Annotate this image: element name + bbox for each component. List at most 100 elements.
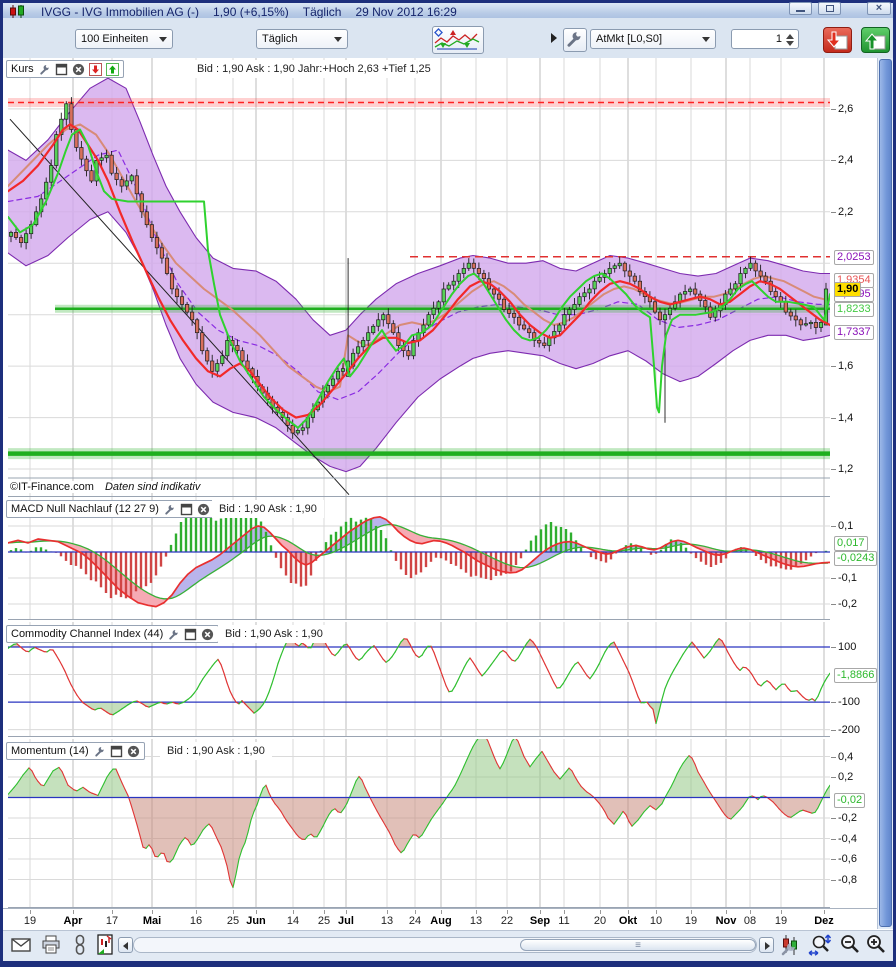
- x-axis-tick-mark: [726, 910, 727, 914]
- detach-window-icon[interactable]: [184, 628, 197, 641]
- x-axis-tick-mark: [73, 910, 74, 914]
- title-datetime: 29 Nov 2012 16:29: [355, 5, 456, 19]
- close-button[interactable]: ×: [867, 2, 891, 15]
- zoom-in-button[interactable]: [864, 933, 888, 957]
- printer-icon: [40, 934, 62, 956]
- cci-panel-info: Bid : 1,90 Ask : 1,90: [218, 625, 330, 643]
- x-axis-tick-mark: [415, 910, 416, 914]
- vertical-scrollbar[interactable]: [877, 58, 893, 929]
- momentum-chart[interactable]: [8, 739, 830, 908]
- period-dropdown-value: Täglich: [262, 33, 297, 45]
- macd-panel-title: MACD Null Nachlauf (12 27 9): [11, 503, 159, 515]
- units-dropdown-value: 100 Einheiten: [81, 33, 148, 45]
- kurs-panel-info: Bid : 1,90 Ask : 1,90 Jahr:+Hoch 2,63 +T…: [190, 60, 438, 78]
- link-button[interactable]: [72, 934, 88, 956]
- x-axis-label: 22: [501, 915, 513, 927]
- chart-type-button[interactable]: [432, 26, 484, 54]
- close-panel-icon[interactable]: [127, 745, 140, 758]
- wrench-icon[interactable]: [93, 745, 106, 758]
- detach-window-icon[interactable]: [110, 745, 123, 758]
- bollinger-band: [8, 78, 830, 472]
- detach-window-icon[interactable]: [55, 63, 68, 76]
- x-axis-label: 16: [190, 915, 202, 927]
- chart-tools-button[interactable]: [779, 933, 803, 957]
- x-axis-tick-mark: [600, 910, 601, 914]
- x-axis-label: Mai: [143, 915, 161, 927]
- zoom-out-button[interactable]: [838, 933, 862, 957]
- maximize-button[interactable]: [818, 2, 841, 15]
- order-panel-expander-icon[interactable]: [551, 33, 557, 43]
- copyright-line: ©IT-Finance.com Daten sind indikativ: [10, 481, 206, 493]
- x-axis-tick-mark: [256, 910, 257, 914]
- app-window: { "window": { "title": { "symbol": "IVGG…: [0, 0, 896, 967]
- kurs-chart[interactable]: [8, 58, 830, 497]
- x-axis-label: Jul: [338, 915, 354, 927]
- wrench-icon[interactable]: [167, 628, 180, 641]
- hscroll-left-button[interactable]: [118, 937, 133, 953]
- close-panel-icon[interactable]: [197, 503, 210, 516]
- wrench-icon[interactable]: [38, 63, 51, 76]
- maximize-icon: [826, 5, 834, 12]
- x-axis-label: Jun: [246, 915, 266, 927]
- close-panel-icon[interactable]: [72, 63, 85, 76]
- x-axis-tick-mark: [233, 910, 234, 914]
- quantity-stepper[interactable]: 1: [731, 29, 799, 49]
- vertical-scrollbar-thumb[interactable]: [879, 59, 892, 927]
- x-axis-tick-mark: [656, 910, 657, 914]
- quantity-down-icon[interactable]: [786, 41, 794, 46]
- momentum-panel-title: Momentum (14): [11, 745, 89, 757]
- quantity-up-icon[interactable]: [786, 34, 794, 39]
- x-axis-tick-mark: [387, 910, 388, 914]
- zoom-fit-button[interactable]: [808, 933, 834, 957]
- chevron-down-icon: [702, 37, 710, 42]
- x-axis-label: 14: [287, 915, 299, 927]
- kurs-panel-header: Kurs: [6, 60, 124, 78]
- x-axis-tick-mark: [824, 910, 825, 914]
- buy-page-up-icon: [862, 28, 889, 52]
- candlestick-wrench-icon: [779, 933, 803, 957]
- time-axis[interactable]: 19Apr17Mai1625Jun1425Jul1324Aug1322Sep11…: [3, 908, 877, 931]
- title-quote: 1,90 (+6,15%): [213, 5, 289, 19]
- x-axis-label: 13: [470, 915, 482, 927]
- report-button[interactable]: [96, 933, 114, 957]
- arrow-left-icon: [123, 942, 128, 950]
- chart-type-icon: [433, 27, 483, 51]
- buy-button[interactable]: [861, 27, 890, 53]
- macd-panel-info: Bid : 1,90 Ask : 1,90: [212, 500, 324, 518]
- x-axis-label: 13: [381, 915, 393, 927]
- horizontal-scrollbar-thumb[interactable]: ≡: [520, 939, 756, 951]
- period-dropdown[interactable]: Täglich: [256, 29, 348, 49]
- x-axis-label: 25: [227, 915, 239, 927]
- email-icon: [10, 935, 32, 955]
- cci-panel-header: Commodity Channel Index (44): [6, 625, 219, 643]
- copyright-source: ©IT-Finance.com: [10, 481, 94, 493]
- wrench-icon[interactable]: [163, 503, 176, 516]
- close-icon: ×: [868, 2, 890, 14]
- momentum-panel-info: Bid : 1,90 Ask : 1,90: [160, 742, 272, 760]
- print-button[interactable]: [40, 934, 62, 956]
- x-axis-tick-mark: [346, 910, 347, 914]
- sell-arrow-icon[interactable]: [89, 63, 102, 76]
- chevron-down-icon: [159, 37, 167, 42]
- chart-report-icon: [96, 933, 114, 957]
- buy-arrow-icon[interactable]: [106, 63, 119, 76]
- close-panel-icon[interactable]: [201, 628, 214, 641]
- x-axis-label: 19: [685, 915, 697, 927]
- detach-window-icon[interactable]: [180, 503, 193, 516]
- x-axis-label: Sep: [530, 915, 550, 927]
- x-axis-label: 25: [318, 915, 330, 927]
- sell-button[interactable]: [823, 27, 852, 53]
- x-axis-tick-mark: [324, 910, 325, 914]
- x-axis-tick-mark: [564, 910, 565, 914]
- order-settings-button[interactable]: [563, 28, 587, 52]
- x-axis-tick-mark: [441, 910, 442, 914]
- x-axis-label: 19: [775, 915, 787, 927]
- order-type-dropdown[interactable]: AtMkt [L0,S0]: [590, 29, 716, 49]
- hscroll-right-button[interactable]: [759, 937, 774, 953]
- minimize-button[interactable]: [789, 2, 812, 15]
- email-button[interactable]: [10, 935, 32, 955]
- horizontal-scrollbar[interactable]: ≡: [133, 937, 757, 953]
- arrow-right-icon: [765, 942, 770, 950]
- units-dropdown[interactable]: 100 Einheiten: [75, 29, 173, 49]
- x-axis-label: 24: [409, 915, 421, 927]
